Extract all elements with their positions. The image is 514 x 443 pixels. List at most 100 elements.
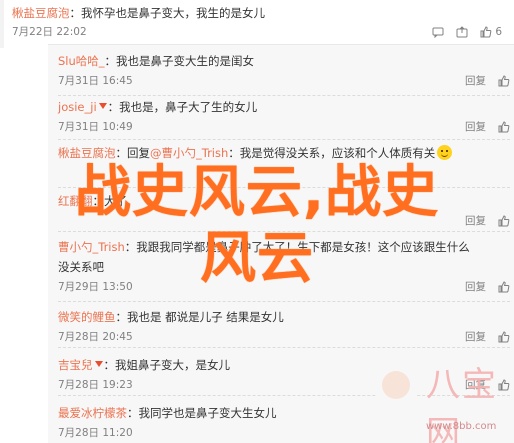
root-comment-line: 楸盐豆腐泡：我怀孕也是鼻子变大，我生的是女儿 bbox=[12, 5, 265, 21]
reply-line: 吉宝兒 ：我姐鼻子变大，是女儿 bbox=[58, 357, 230, 373]
reply-username[interactable]: 微笑的鲤鱼 bbox=[58, 310, 116, 324]
root-actions: 6 bbox=[432, 24, 502, 40]
reply-button[interactable]: 回复 bbox=[465, 377, 486, 393]
root-comment: 楸盐豆腐泡：我怀孕也是鼻子变大，我生的是女儿 7月22日 22:02 6 bbox=[0, 0, 514, 48]
reply-colon: ： bbox=[103, 358, 116, 372]
like-button[interactable] bbox=[498, 281, 510, 293]
reply-text: 大了 bbox=[104, 194, 127, 208]
reply-time: 7月31日 16:45 bbox=[58, 75, 133, 87]
vip-badge-icon bbox=[98, 103, 107, 109]
reply-item: 吉宝兒 ：我姐鼻子变大，是女儿 7月28日 19:23 回复 bbox=[58, 349, 510, 396]
reply-text-continued: 没关系吧 bbox=[58, 260, 104, 274]
like-button[interactable] bbox=[498, 379, 510, 391]
reply-meta: 7月29日 13:50 回复 bbox=[58, 279, 510, 295]
reply-time: 7月28日 19:23 bbox=[58, 379, 133, 391]
like-button[interactable] bbox=[498, 331, 510, 343]
reply-button[interactable]: 回复 bbox=[465, 279, 486, 295]
reply-line: 最爱冰柠檬茶：我同学也是鼻子变大生女儿 bbox=[58, 405, 277, 421]
reply-item: 楸盐豆腐泡：回复@曹小勺_Trish：我是觉得没关系，应该和个人体质有关 bbox=[58, 139, 510, 188]
reply-meta: 7月31日 16:45 回复 bbox=[58, 73, 510, 89]
reply-time: 7月28日 11:20 bbox=[58, 427, 133, 439]
share-icon bbox=[456, 26, 468, 38]
comment-thread: 楸盐豆腐泡：我怀孕也是鼻子变大，我生的是女儿 7月22日 22:02 6 Slu… bbox=[0, 0, 514, 443]
root-time: 7月22日 22:02 bbox=[12, 26, 87, 38]
reply-meta: 7月28日 19:23 回复 bbox=[58, 377, 510, 393]
comment-icon bbox=[432, 26, 444, 38]
reply-text: 我是觉得没关系，应该和个人体质有关 bbox=[239, 146, 436, 160]
reply-actions: 回复 bbox=[465, 119, 510, 135]
like-count: 6 bbox=[495, 26, 502, 38]
comment-button[interactable] bbox=[432, 26, 444, 38]
reply-time: 7月31日 10:49 bbox=[58, 121, 133, 133]
reply-item: 红翻翻：大了 回复 bbox=[58, 187, 510, 232]
thumbs-up-icon bbox=[498, 379, 510, 391]
reply-prefix: 回复 bbox=[127, 146, 150, 160]
reply-actions: 回复 bbox=[465, 73, 510, 89]
root-colon: ： bbox=[69, 6, 82, 20]
reply-item: 最爱冰柠檬茶：我同学也是鼻子变大生女儿 7月28日 11:20 bbox=[58, 397, 510, 443]
like-button[interactable] bbox=[498, 121, 510, 133]
reply-item: josie_ji ：我也是，鼻子大了生的女儿 7月31日 10:49 回复 bbox=[58, 95, 510, 140]
reply-time: 7月28日 20:45 bbox=[58, 331, 133, 343]
reply-colon: ： bbox=[228, 146, 240, 160]
reply-button[interactable]: 回复 bbox=[465, 213, 486, 229]
reply-colon: ： bbox=[127, 406, 139, 420]
thumbs-up-icon bbox=[498, 75, 510, 87]
reply-actions: 回复 bbox=[465, 377, 510, 393]
thumbs-up-icon bbox=[480, 26, 492, 38]
reply-line: 曹小勺_Trish：我跟我同学都是鼻子肿了大了！生下都是女孩！这个应该跟生什么 bbox=[58, 239, 470, 255]
reply-actions: 回复 bbox=[465, 213, 510, 229]
reply-meta: 7月28日 11:20 bbox=[58, 425, 510, 441]
smirk-emoji-icon bbox=[437, 145, 453, 160]
like-button[interactable] bbox=[498, 215, 510, 227]
reply-meta: 7月31日 10:49 回复 bbox=[58, 119, 510, 135]
thumbs-up-icon bbox=[498, 215, 510, 227]
root-comment-text: 我怀孕也是鼻子变大，我生的是女儿 bbox=[81, 6, 265, 20]
avatar-strip bbox=[0, 0, 4, 48]
reply-text: 我也是鼻子变大生的是闺女 bbox=[116, 54, 255, 68]
vip-badge-icon bbox=[94, 361, 103, 367]
reply-colon: ： bbox=[115, 146, 128, 160]
reply-actions: 回复 bbox=[465, 329, 510, 345]
thumbs-up-icon bbox=[498, 331, 510, 343]
reply-meta: 回复 bbox=[58, 213, 510, 229]
reply-mention[interactable]: @曹小勺_Trish bbox=[150, 146, 228, 160]
reply-username[interactable]: 红翻翻 bbox=[58, 194, 93, 208]
reply-button[interactable]: 回复 bbox=[465, 119, 486, 135]
like-button[interactable]: 6 bbox=[480, 24, 502, 40]
reply-item: 微笑的鲤鱼：我也是 都说是儿子 结果是女儿 7月28日 20:45 回复 bbox=[58, 301, 510, 348]
root-meta-row: 7月22日 22:02 6 bbox=[12, 24, 502, 40]
reply-colon: ： bbox=[124, 240, 137, 254]
reply-line: Slu哈哈_：我也是鼻子变大生的是闺女 bbox=[58, 53, 254, 69]
reply-text: 我也是 都说是儿子 结果是女儿 bbox=[127, 310, 284, 324]
reply-item: Slu哈哈_：我也是鼻子变大生的是闺女 7月31日 16:45 回复 bbox=[58, 51, 510, 96]
reply-username[interactable]: 楸盐豆腐泡 bbox=[58, 146, 116, 160]
reply-button[interactable]: 回复 bbox=[465, 329, 486, 345]
reply-colon: ： bbox=[104, 54, 117, 68]
share-button[interactable] bbox=[456, 26, 468, 38]
reply-text: 我也是，鼻子大了生的女儿 bbox=[119, 100, 258, 114]
reply-line: 微笑的鲤鱼：我也是 都说是儿子 结果是女儿 bbox=[58, 309, 284, 325]
reply-username[interactable]: Slu哈哈_ bbox=[58, 54, 105, 68]
reply-button[interactable]: 回复 bbox=[465, 73, 486, 89]
reply-username[interactable]: 曹小勺_Trish bbox=[58, 240, 125, 254]
reply-item: 曹小勺_Trish：我跟我同学都是鼻子肿了大了！生下都是女孩！这个应该跟生什么 … bbox=[58, 235, 510, 302]
root-username[interactable]: 楸盐豆腐泡 bbox=[12, 6, 70, 20]
thumbs-up-icon bbox=[498, 281, 510, 293]
reply-line: 红翻翻：大了 bbox=[58, 193, 127, 209]
reply-actions: 回复 bbox=[465, 279, 510, 295]
reply-text: 我跟我同学都是鼻子肿了大了！生下都是女孩！这个应该跟生什么 bbox=[136, 240, 470, 254]
reply-text: 我姐鼻子变大，是女儿 bbox=[115, 358, 230, 372]
reply-colon: ： bbox=[92, 194, 105, 208]
reply-colon: ： bbox=[107, 100, 120, 114]
reply-colon: ： bbox=[115, 310, 128, 324]
reply-username[interactable]: 最爱冰柠檬茶 bbox=[58, 406, 127, 420]
reply-text: 我同学也是鼻子变大生女儿 bbox=[138, 406, 277, 420]
reply-meta: 7月28日 20:45 回复 bbox=[58, 329, 510, 345]
reply-username[interactable]: josie_ji bbox=[58, 100, 97, 114]
reply-username[interactable]: 吉宝兒 bbox=[58, 358, 93, 372]
thumbs-up-icon bbox=[498, 121, 510, 133]
reply-line: 楸盐豆腐泡：回复@曹小勺_Trish：我是觉得没关系，应该和个人体质有关 bbox=[58, 145, 453, 161]
like-button[interactable] bbox=[498, 75, 510, 87]
reply-time: 7月29日 13:50 bbox=[58, 281, 133, 293]
